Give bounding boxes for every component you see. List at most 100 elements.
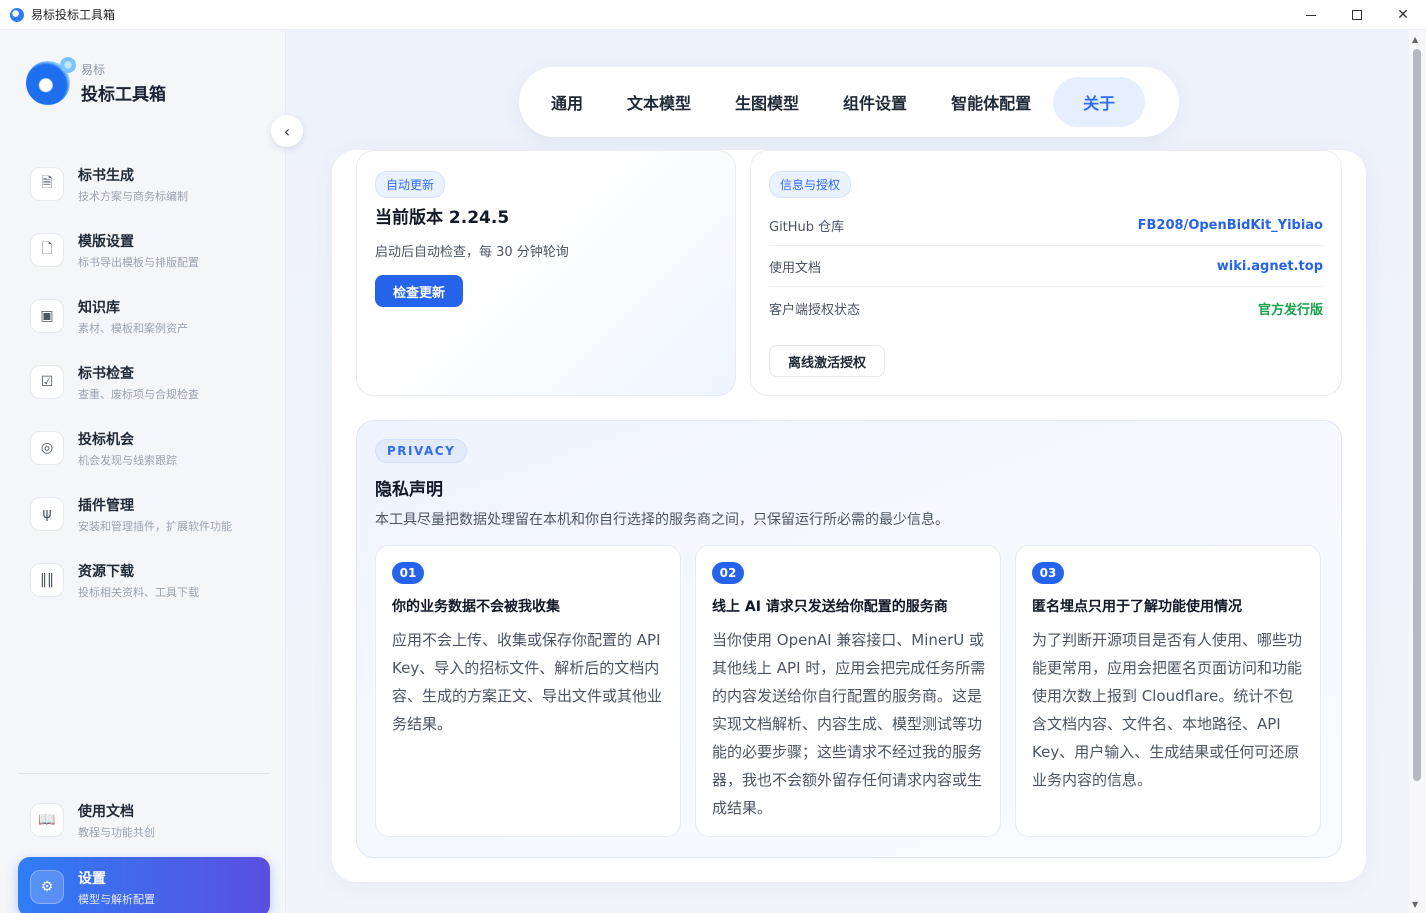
sidebar-collapse-button[interactable]: ‹ [271, 115, 303, 147]
sidebar-item-title: 资源下载 [78, 563, 134, 580]
maximize-icon [1352, 10, 1362, 20]
privacy-item-title: 线上 AI 请求只发送给你配置的服务商 [712, 599, 948, 615]
sidebar-item-title: 设置 [78, 870, 106, 887]
privacy-item: 03 匿名埋点只用于了解功能使用情况 为了判断开源项目是否有人使用、哪些功能更常… [1015, 545, 1321, 837]
sidebar-item-desc: 机会发现与线索跟踪 [78, 453, 177, 467]
privacy-item-body: 应用不会上传、收集或保存你配置的 API Key、导入的招标文件、解析后的文档内… [392, 631, 663, 733]
privacy-item-body: 当你使用 OpenAI 兼容接口、MinerU 或其他线上 API 时，应用会把… [712, 631, 986, 817]
app-icon [10, 7, 24, 22]
target-icon: ◎ [30, 431, 64, 465]
github-repo-link[interactable]: FB208/OpenBidKit_Yibiao [1138, 218, 1323, 233]
sidebar-item-title: 投标机会 [78, 431, 134, 448]
info-key: 客户端授权状态 [769, 302, 861, 318]
sidebar-item-title: 标书检查 [78, 365, 134, 382]
docs-link[interactable]: wiki.agnet.top [1217, 259, 1323, 274]
privacy-item-title: 你的业务数据不会被我收集 [392, 599, 560, 615]
vertical-scrollbar[interactable]: ▲ ▼ [1409, 31, 1426, 913]
plug-icon: ψ [30, 497, 64, 531]
sidebar-item-desc: 查重、废标项与合规检查 [78, 387, 199, 401]
info-key: 使用文档 [769, 261, 822, 276]
update-note: 启动后自动检查，每 30 分钟轮询 [375, 245, 569, 260]
sidebar-item-downloads[interactable]: ‖‖ 资源下载投标相关资料、工具下载 [18, 547, 270, 613]
sidebar-item-bid-generation[interactable]: 🗎 标书生成技术方案与商务标编制 [18, 151, 270, 217]
privacy-item-number: 01 [392, 562, 424, 584]
close-button[interactable]: ✕ [1378, 0, 1426, 30]
check-update-button[interactable]: 检查更新 [375, 275, 464, 307]
update-badge: 自动更新 [375, 171, 446, 198]
tab-components[interactable]: 组件设置 [821, 77, 929, 127]
close-icon: ✕ [1397, 7, 1409, 23]
sidebar-item-desc: 标书导出模板与排版配置 [78, 255, 199, 269]
update-card: 自动更新 当前版本 2.24.5 启动后自动检查，每 30 分钟轮询 检查更新 [356, 150, 736, 396]
sidebar-item-title: 模版设置 [78, 233, 134, 250]
maximize-button[interactable] [1332, 0, 1382, 30]
privacy-title: 隐私声明 [375, 480, 443, 500]
privacy-badge: PRIVACY [375, 439, 468, 463]
sidebar-item-bid-opportunities[interactable]: ◎ 投标机会机会发现与线索跟踪 [18, 415, 270, 481]
about-panel: 自动更新 当前版本 2.24.5 启动后自动检查，每 30 分钟轮询 检查更新 … [332, 150, 1366, 882]
sidebar-item-desc: 教程与功能共创 [78, 825, 155, 839]
sidebar-item-settings[interactable]: ⚙ 设置模型与解析配置 [18, 857, 270, 913]
file-icon: 🗋 [30, 233, 64, 267]
tab-general[interactable]: 通用 [529, 77, 605, 127]
privacy-item: 01 你的业务数据不会被我收集 应用不会上传、收集或保存你配置的 API Key… [375, 545, 681, 837]
sidebar-item-knowledge-base[interactable]: ▣ 知识库素材、模板和案例资产 [18, 283, 270, 349]
current-version: 当前版本 2.24.5 [375, 208, 510, 228]
sidebar-item-bid-check[interactable]: ☑ 标书检查查重、废标项与合规检查 [18, 349, 270, 415]
chevron-left-icon: ‹ [283, 121, 291, 141]
sidebar-nav: 🗎 标书生成技术方案与商务标编制 🗋 模版设置标书导出模板与排版配置 ▣ 知识库… [18, 151, 270, 613]
privacy-item-number: 02 [712, 562, 744, 584]
minimize-button[interactable] [1286, 0, 1336, 30]
sidebar-bottom: 📖 使用文档教程与功能共创 ⚙ 设置模型与解析配置 [18, 787, 270, 913]
tab-image-model[interactable]: 生图模型 [713, 77, 821, 127]
sidebar: 易标 投标工具箱 🗎 标书生成技术方案与商务标编制 🗋 模版设置标书导出模板与排… [0, 31, 286, 913]
tab-text-model[interactable]: 文本模型 [605, 77, 713, 127]
sidebar-item-desc: 技术方案与商务标编制 [78, 189, 188, 203]
brand: 易标 投标工具箱 [26, 57, 166, 105]
privacy-subtitle: 本工具尽量把数据处理留在本机和你自行选择的服务商之间，只保留运行所必需的最少信息… [375, 512, 949, 528]
sidebar-item-desc: 投标相关资料、工具下载 [78, 585, 199, 599]
main-content: 通用 文本模型 生图模型 组件设置 智能体配置 关于 自动更新 当前版本 2.2… [287, 31, 1409, 913]
sidebar-item-docs[interactable]: 📖 使用文档教程与功能共创 [18, 787, 270, 853]
info-row-docs: 使用文档 wiki.agnet.top [769, 247, 1323, 287]
brand-sub: 易标 [81, 63, 106, 77]
sidebar-item-desc: 素材、模板和案例资产 [78, 321, 188, 335]
gear-icon: ⚙ [30, 870, 64, 904]
info-row-github: GitHub 仓库 FB208/OpenBidKit_Yibiao [769, 206, 1323, 246]
scrollbar-thumb[interactable] [1413, 49, 1421, 781]
tab-about[interactable]: 关于 [1053, 77, 1146, 127]
scroll-up-icon[interactable]: ▲ [1412, 35, 1418, 44]
privacy-item-body: 为了判断开源项目是否有人使用、哪些功能更常用，应用会把匿名页面访问和功能使用次数… [1032, 631, 1303, 789]
checklist-icon: ☑ [30, 365, 64, 399]
info-card: 信息与授权 GitHub 仓库 FB208/OpenBidKit_Yibiao … [750, 150, 1342, 396]
brand-logo [26, 57, 76, 105]
scroll-down-icon[interactable]: ▼ [1412, 900, 1418, 909]
privacy-item-title: 匿名埋点只用于了解功能使用情况 [1032, 599, 1242, 615]
info-key: GitHub 仓库 [769, 220, 845, 235]
privacy-card: PRIVACY 隐私声明 本工具尽量把数据处理留在本机和你自行选择的服务商之间，… [356, 420, 1342, 858]
sidebar-item-title: 插件管理 [78, 497, 134, 514]
archive-icon: ▣ [30, 299, 64, 333]
window-title: 易标投标工具箱 [31, 8, 116, 22]
minimize-icon [1306, 14, 1316, 16]
sidebar-item-template-settings[interactable]: 🗋 模版设置标书导出模板与排版配置 [18, 217, 270, 283]
sidebar-item-desc: 安装和管理插件，扩展软件功能 [78, 519, 232, 533]
tab-agent-config[interactable]: 智能体配置 [929, 77, 1053, 127]
title-bar: 易标投标工具箱 ✕ [0, 0, 1426, 30]
brand-name: 投标工具箱 [81, 85, 166, 105]
sidebar-divider [18, 773, 270, 774]
info-row-license: 客户端授权状态 官方发行版 [769, 288, 1323, 328]
offline-activate-button[interactable]: 离线激活授权 [769, 345, 886, 377]
book-icon: 📖 [30, 803, 64, 837]
privacy-item-number: 03 [1032, 562, 1064, 584]
sidebar-item-plugins[interactable]: ψ 插件管理安装和管理插件，扩展软件功能 [18, 481, 270, 547]
sidebar-item-title: 标书生成 [78, 167, 134, 184]
info-badge: 信息与授权 [769, 171, 852, 198]
document-icon: 🗎 [30, 167, 64, 201]
sidebar-item-title: 知识库 [78, 299, 120, 316]
privacy-item: 02 线上 AI 请求只发送给你配置的服务商 当你使用 OpenAI 兼容接口、… [695, 545, 1001, 837]
sidebar-item-desc: 模型与解析配置 [78, 892, 155, 906]
books-icon: ‖‖ [30, 563, 64, 597]
sidebar-item-title: 使用文档 [78, 803, 134, 820]
settings-tabs: 通用 文本模型 生图模型 组件设置 智能体配置 关于 [519, 67, 1179, 137]
